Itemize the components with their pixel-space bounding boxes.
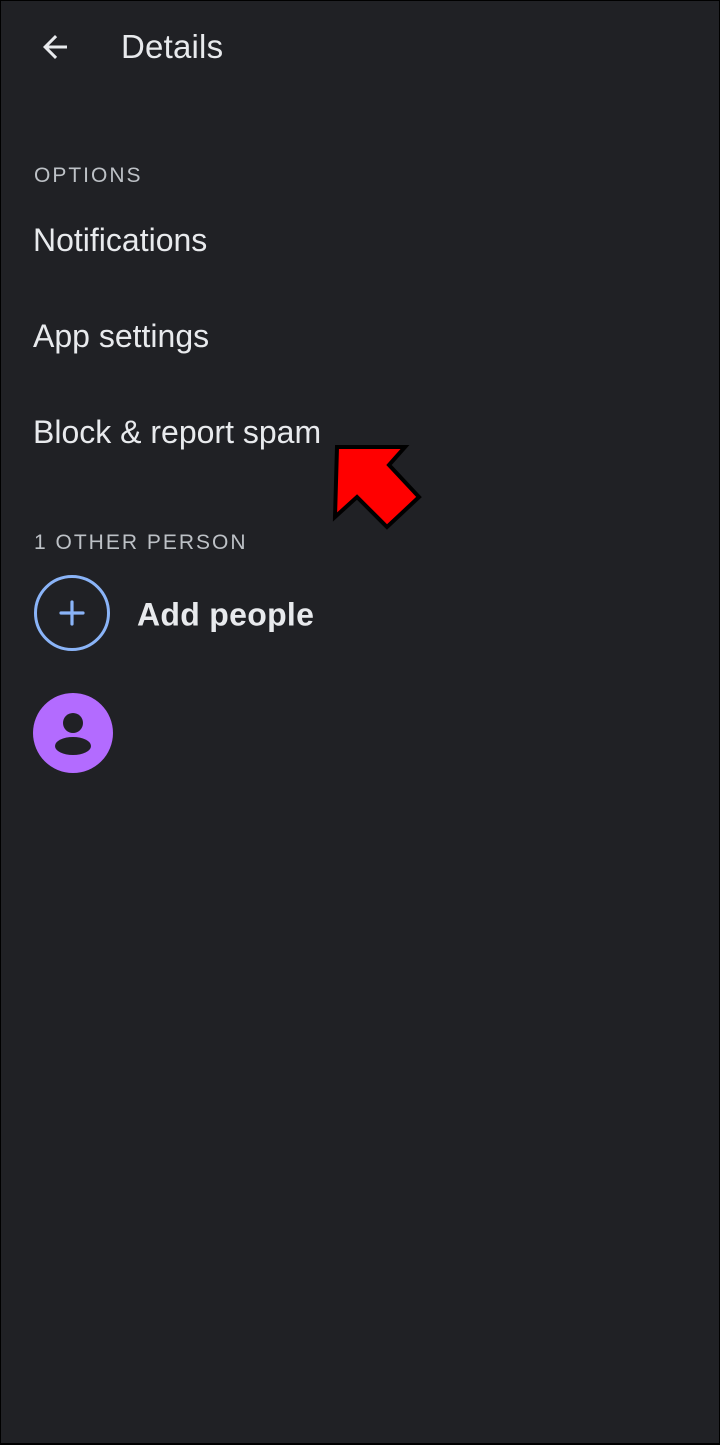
app-settings-option[interactable]: App settings bbox=[1, 290, 719, 382]
block-report-spam-label: Block & report spam bbox=[33, 414, 322, 450]
contact-list-item[interactable] bbox=[1, 689, 719, 781]
person-icon bbox=[55, 713, 91, 755]
add-people-button[interactable]: Add people bbox=[1, 569, 719, 661]
people-section-header: 1 OTHER PERSON bbox=[34, 531, 248, 554]
app-bar: Details bbox=[1, 1, 719, 93]
block-report-spam-option[interactable]: Block & report spam bbox=[1, 386, 719, 478]
add-people-label: Add people bbox=[137, 596, 315, 633]
back-button[interactable] bbox=[25, 19, 85, 75]
add-people-circle bbox=[34, 575, 110, 651]
options-section-header: OPTIONS bbox=[34, 164, 143, 187]
notifications-label: Notifications bbox=[33, 222, 208, 258]
notifications-option[interactable]: Notifications bbox=[1, 194, 719, 286]
page-title: Details bbox=[121, 28, 224, 65]
app-settings-label: App settings bbox=[33, 318, 210, 354]
arrow-back-icon bbox=[43, 35, 67, 59]
avatar bbox=[33, 693, 113, 773]
details-screen: Details OPTIONS Notifications App settin… bbox=[1, 1, 719, 1443]
add-icon bbox=[59, 600, 85, 626]
